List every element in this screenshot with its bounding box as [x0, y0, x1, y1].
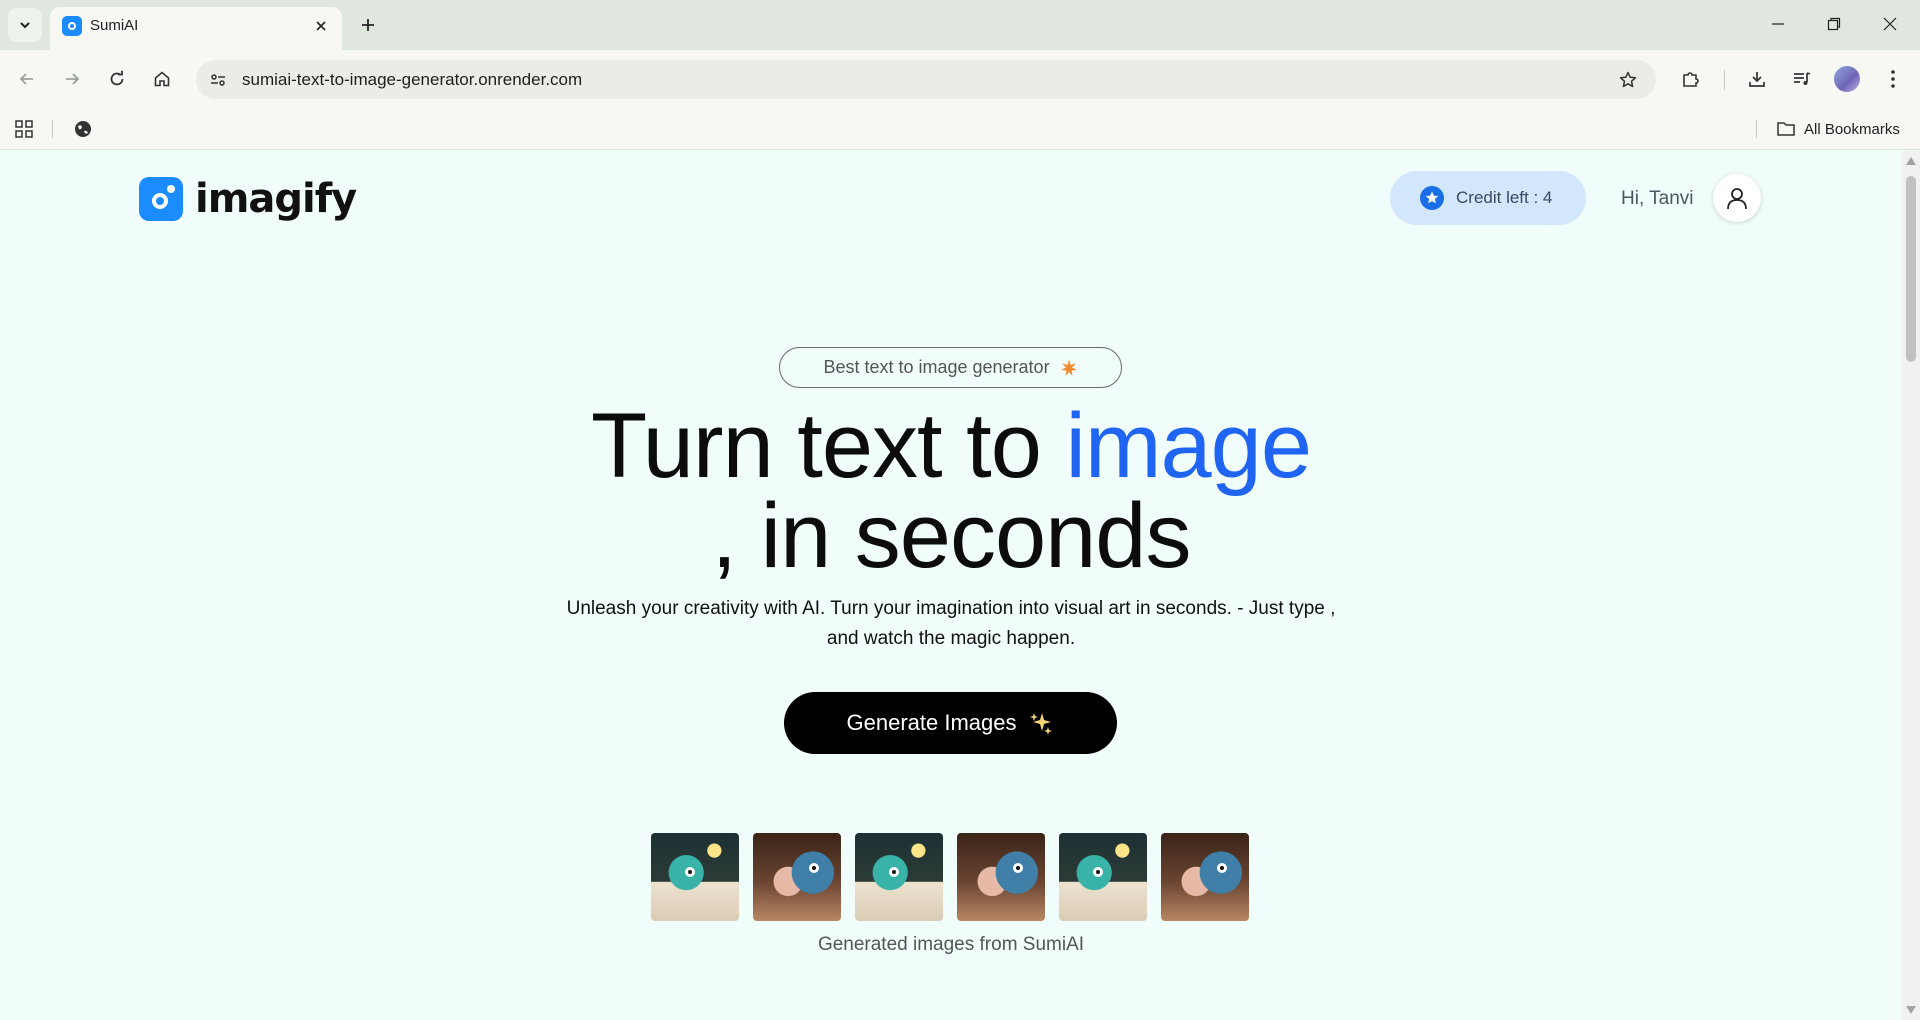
- tab-favicon-icon: [62, 16, 82, 36]
- extensions-button[interactable]: [1674, 62, 1708, 96]
- more-vertical-icon: [1891, 70, 1895, 88]
- reload-button[interactable]: [100, 62, 134, 96]
- gallery-caption: Generated images from SumiAI: [817, 934, 1085, 955]
- bookmarks-separator: [52, 120, 53, 138]
- bookmarks-bar: All Bookmarks: [0, 108, 1920, 150]
- reload-icon: [110, 70, 124, 86]
- browser-toolbar: sumiai-text-to-image-generator.onrender.…: [0, 50, 1920, 108]
- logo-mark-icon: [139, 177, 183, 221]
- hero-title-line2: , in seconds: [711, 485, 1192, 587]
- sample-image-5[interactable]: [1059, 833, 1147, 921]
- folder-icon: [1777, 122, 1795, 136]
- arrow-right-icon: [66, 73, 80, 85]
- browser-titlebar: SumiAI: [0, 0, 1920, 50]
- site-info-icon[interactable]: [204, 66, 232, 94]
- apps-grid-icon[interactable]: [7, 112, 41, 146]
- credit-label: Credit left : 4: [1456, 188, 1553, 207]
- site-logo[interactable]: imagify: [139, 176, 357, 222]
- arrow-left-icon: [19, 73, 33, 85]
- scroll-down-icon[interactable]: [1906, 1006, 1916, 1014]
- star-icon: [1420, 186, 1444, 210]
- playlist-icon: [1794, 72, 1811, 85]
- sample-image-4[interactable]: [957, 833, 1045, 921]
- scroll-up-icon[interactable]: [1906, 157, 1916, 165]
- sample-image-3[interactable]: [855, 833, 943, 921]
- hero-subtitle: Unleash your creativity with AI. Turn yo…: [566, 598, 1336, 649]
- browser-menu-button[interactable]: [1876, 62, 1910, 96]
- generate-images-button[interactable]: Generate Images: [784, 692, 1117, 754]
- scrollbar-thumb[interactable]: [1906, 176, 1916, 362]
- downloads-button[interactable]: [1740, 62, 1774, 96]
- home-button[interactable]: [145, 62, 179, 96]
- bookmark-star-icon[interactable]: [1614, 66, 1642, 94]
- toolbar-separator: [1724, 70, 1725, 90]
- minimize-icon: [1772, 23, 1784, 25]
- tab-title: SumiAI: [90, 17, 139, 34]
- profile-avatar-icon[interactable]: [1834, 66, 1860, 92]
- sample-image-1[interactable]: [651, 833, 739, 921]
- tagline-badge: Best text to image generator: [779, 347, 1122, 388]
- home-icon: [154, 71, 170, 87]
- generate-images-label: Generate Images: [846, 710, 1017, 735]
- page-content: imagify Credit left : 4 Hi, Tanvi Best t…: [0, 151, 1902, 1020]
- forward-button[interactable]: [55, 62, 89, 96]
- restore-icon: [1827, 17, 1841, 31]
- close-window-button[interactable]: [1862, 0, 1918, 48]
- credits-button[interactable]: Credit left : 4: [1390, 171, 1586, 225]
- sample-image-2[interactable]: [753, 833, 841, 921]
- all-bookmarks-button[interactable]: All Bookmarks: [1776, 118, 1900, 140]
- user-profile-button[interactable]: [1713, 174, 1761, 222]
- media-controls-button[interactable]: [1785, 62, 1819, 96]
- puzzle-icon: [1683, 72, 1699, 87]
- user-greeting: Hi, Tanvi: [1621, 188, 1694, 209]
- url-text: sumiai-text-to-image-generator.onrender.…: [242, 70, 583, 89]
- tab-close-icon[interactable]: [310, 15, 332, 37]
- close-icon: [1883, 17, 1897, 31]
- star-burst-icon: [1060, 359, 1077, 376]
- all-bookmarks-label: All Bookmarks: [1804, 120, 1900, 138]
- back-button[interactable]: [10, 62, 44, 96]
- download-icon: [1749, 72, 1765, 87]
- badge-text: Best text to image generator: [823, 357, 1050, 377]
- globe-icon[interactable]: [66, 112, 100, 146]
- plus-icon: [362, 19, 374, 31]
- user-icon: [1727, 188, 1747, 210]
- restore-button[interactable]: [1806, 0, 1862, 48]
- sample-image-6[interactable]: [1161, 833, 1249, 921]
- sparkles-icon: [1030, 713, 1053, 735]
- page-scrollbar[interactable]: [1902, 151, 1920, 1020]
- logo-text: imagify: [195, 176, 357, 222]
- minimize-button[interactable]: [1750, 0, 1806, 48]
- chevron-down-icon: [20, 22, 30, 29]
- tab-search-button[interactable]: [8, 8, 42, 42]
- bookmarks-separator-right: [1756, 120, 1757, 138]
- address-bar[interactable]: sumiai-text-to-image-generator.onrender.…: [196, 60, 1656, 99]
- browser-tab-active[interactable]: SumiAI: [50, 7, 342, 50]
- sample-gallery: [651, 833, 1249, 921]
- new-tab-button[interactable]: [354, 11, 382, 39]
